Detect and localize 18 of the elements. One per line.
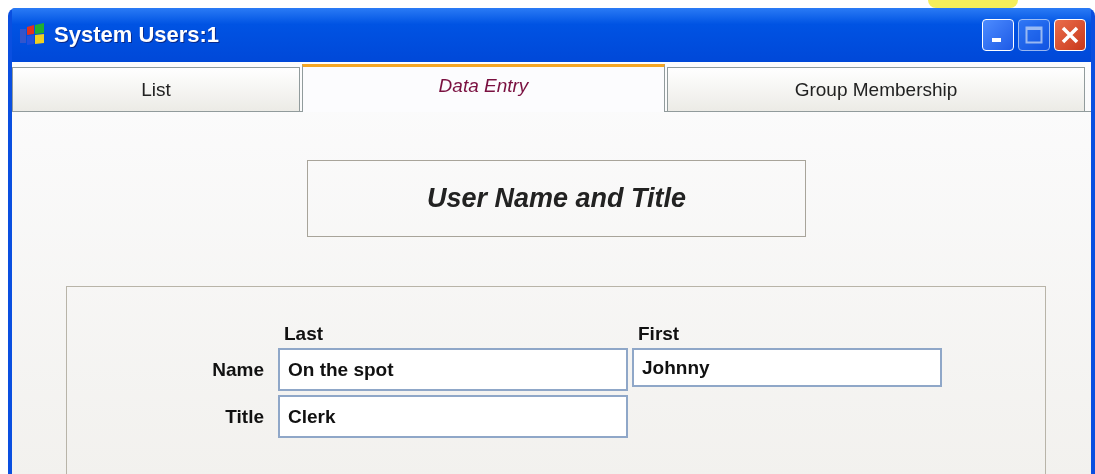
column-label: First [637, 324, 681, 344]
field-label: Title [224, 405, 265, 428]
maximize-button[interactable] [1018, 19, 1050, 51]
tab[interactable]: Group Membership [667, 67, 1085, 111]
column-label: Last [283, 324, 325, 344]
close-icon [1060, 25, 1080, 45]
input-field[interactable]: On the spot [278, 348, 628, 391]
section-header: User Name and Title [307, 160, 806, 237]
input-field[interactable]: Johnny [632, 348, 942, 387]
maximize-icon [1025, 26, 1043, 44]
minimize-button[interactable] [982, 19, 1014, 51]
window-title: System Users:1 [54, 22, 221, 48]
tab[interactable]: Data Entry [302, 64, 665, 112]
input-field[interactable]: Clerk [278, 395, 628, 438]
close-button[interactable] [1054, 19, 1086, 51]
minimize-icon [991, 38, 1001, 42]
field-label: Name [211, 358, 265, 381]
tab[interactable]: List [12, 67, 300, 111]
